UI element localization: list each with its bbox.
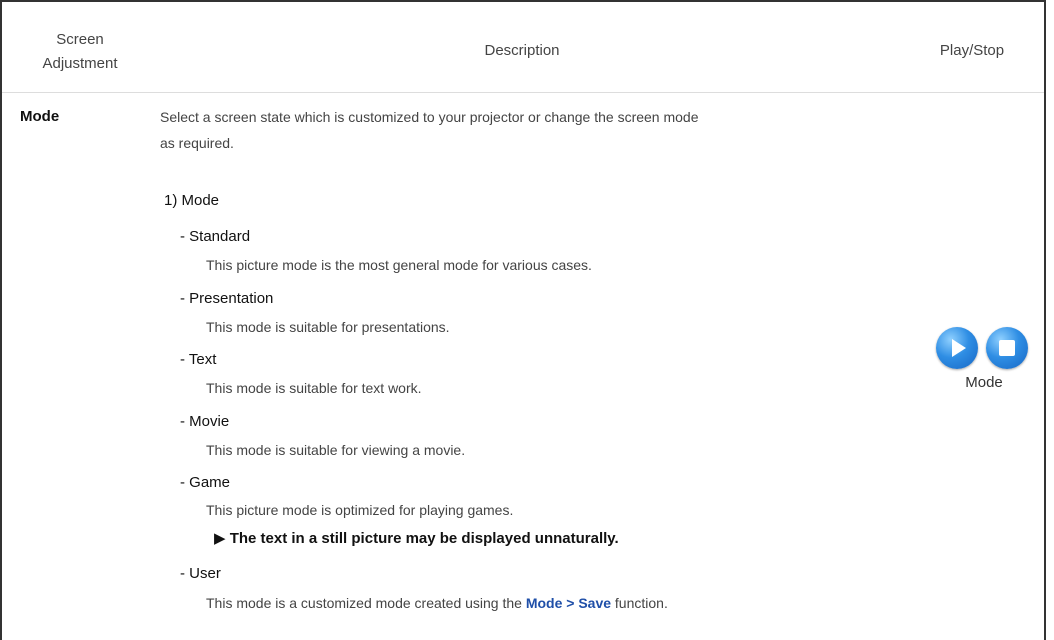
mode-text-desc: This mode is suitable for text work. [206,380,422,396]
header-description: Description [484,42,560,59]
section-title: 1) Mode [164,192,220,209]
table-header: Screen Adjustment Description Play/Stop [2,2,1044,93]
header-play-stop: Play/Stop [939,42,1005,59]
mode-movie-title: - Movie [180,413,230,430]
mode-standard-title: - Standard [180,228,251,245]
mode-save-link[interactable]: Mode > Save [526,595,611,611]
intro-line2: as required. [160,135,234,151]
stop-button[interactable] [986,327,1028,369]
controls-label: Mode [965,374,1003,391]
content-frame: Screen Adjustment Description Play/Stop … [0,0,1046,640]
user-desc-before: This mode is a customized mode created u… [206,595,526,611]
header-col1-line1: Screen [56,31,104,48]
play-button[interactable] [936,327,978,369]
header-col1-line2: Adjustment [42,55,118,72]
row-label-mode: Mode [20,108,60,125]
mode-user-desc: This mode is a customized mode created u… [206,595,668,611]
mode-presentation-title: - Presentation [180,290,274,307]
intro-text: Select a screen state which is customize… [160,104,900,156]
play-icon [952,339,966,357]
header-screen-adjustment: Screen Adjustment [16,28,144,76]
user-desc-after: function. [611,595,668,611]
mode-text-title: - Text [180,351,217,368]
intro-line1: Select a screen state which is customize… [160,109,699,125]
mode-standard-desc: This picture mode is the most general mo… [206,257,592,273]
play-stop-controls: Mode [932,327,1036,397]
mode-game-desc: This picture mode is optimized for playi… [206,502,514,518]
mode-presentation-desc: This mode is suitable for presentations. [206,319,450,335]
game-note: ▶ The text in a still picture may be dis… [214,530,619,547]
mode-user-title: - User [180,565,221,582]
stop-icon [999,340,1015,356]
mode-movie-desc: This mode is suitable for viewing a movi… [206,442,466,458]
mode-game-title: - Game [180,474,231,491]
